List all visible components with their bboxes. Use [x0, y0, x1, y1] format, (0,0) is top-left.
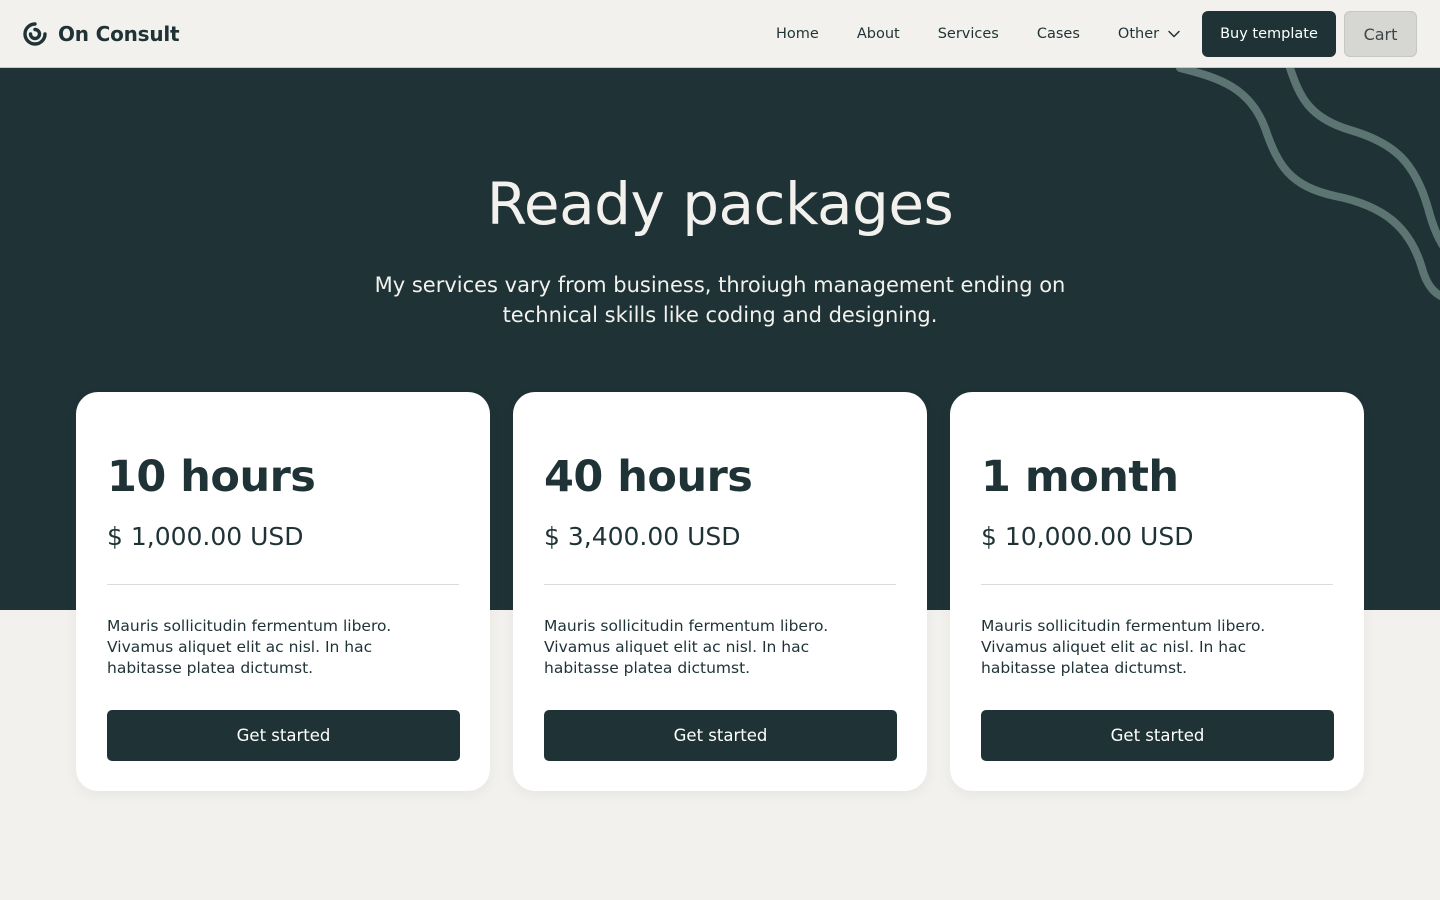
package-description: Mauris sollicitudin fermentum libero. Vi…: [107, 617, 392, 677]
get-started-button[interactable]: Get started: [981, 710, 1334, 761]
divider: [981, 584, 1333, 585]
package-card: 1 month $ 10,000.00 USD Mauris sollicitu…: [950, 392, 1364, 791]
nav-services[interactable]: Services: [919, 26, 1018, 42]
chevron-down-icon: [1167, 27, 1181, 41]
package-card: 40 hours $ 3,400.00 USD Mauris sollicitu…: [513, 392, 927, 791]
get-started-button[interactable]: Get started: [107, 710, 460, 761]
divider: [544, 584, 896, 585]
package-title: 1 month: [981, 452, 1179, 502]
packages-list: 10 hours $ 1,000.00 USD Mauris sollicitu…: [0, 392, 1440, 792]
package-title: 40 hours: [544, 452, 753, 502]
get-started-button[interactable]: Get started: [544, 710, 897, 761]
package-description: Mauris sollicitudin fermentum libero. Vi…: [981, 617, 1266, 677]
package-price: $ 1,000.00 USD: [107, 522, 304, 551]
buy-template-button[interactable]: Buy template: [1202, 11, 1336, 57]
nav-other-dropdown[interactable]: Other: [1099, 26, 1200, 42]
package-title: 10 hours: [107, 452, 316, 502]
main-nav: Home About Services Cases Other: [757, 0, 1200, 68]
package-description: Mauris sollicitudin fermentum libero. Vi…: [544, 617, 829, 677]
nav-about[interactable]: About: [838, 26, 919, 42]
brand-name: On Consult: [58, 21, 180, 46]
site-header: On Consult Home About Services Cases Oth…: [0, 0, 1440, 68]
divider: [107, 584, 459, 585]
page-title: Ready packages: [486, 170, 954, 238]
package-card: 10 hours $ 1,000.00 USD Mauris sollicitu…: [76, 392, 490, 791]
brand-link[interactable]: On Consult: [22, 21, 180, 47]
logo-swirl-icon: [22, 21, 48, 47]
cart-button[interactable]: Cart: [1344, 11, 1417, 57]
nav-other-label: Other: [1117, 26, 1160, 42]
nav-home[interactable]: Home: [757, 26, 838, 42]
package-price: $ 10,000.00 USD: [981, 522, 1194, 551]
hero-subtitle: My services vary from business, throiugh…: [374, 273, 1066, 327]
nav-cases[interactable]: Cases: [1018, 26, 1099, 42]
page: On Consult Home About Services Cases Oth…: [0, 0, 1440, 900]
package-price: $ 3,400.00 USD: [544, 522, 741, 551]
